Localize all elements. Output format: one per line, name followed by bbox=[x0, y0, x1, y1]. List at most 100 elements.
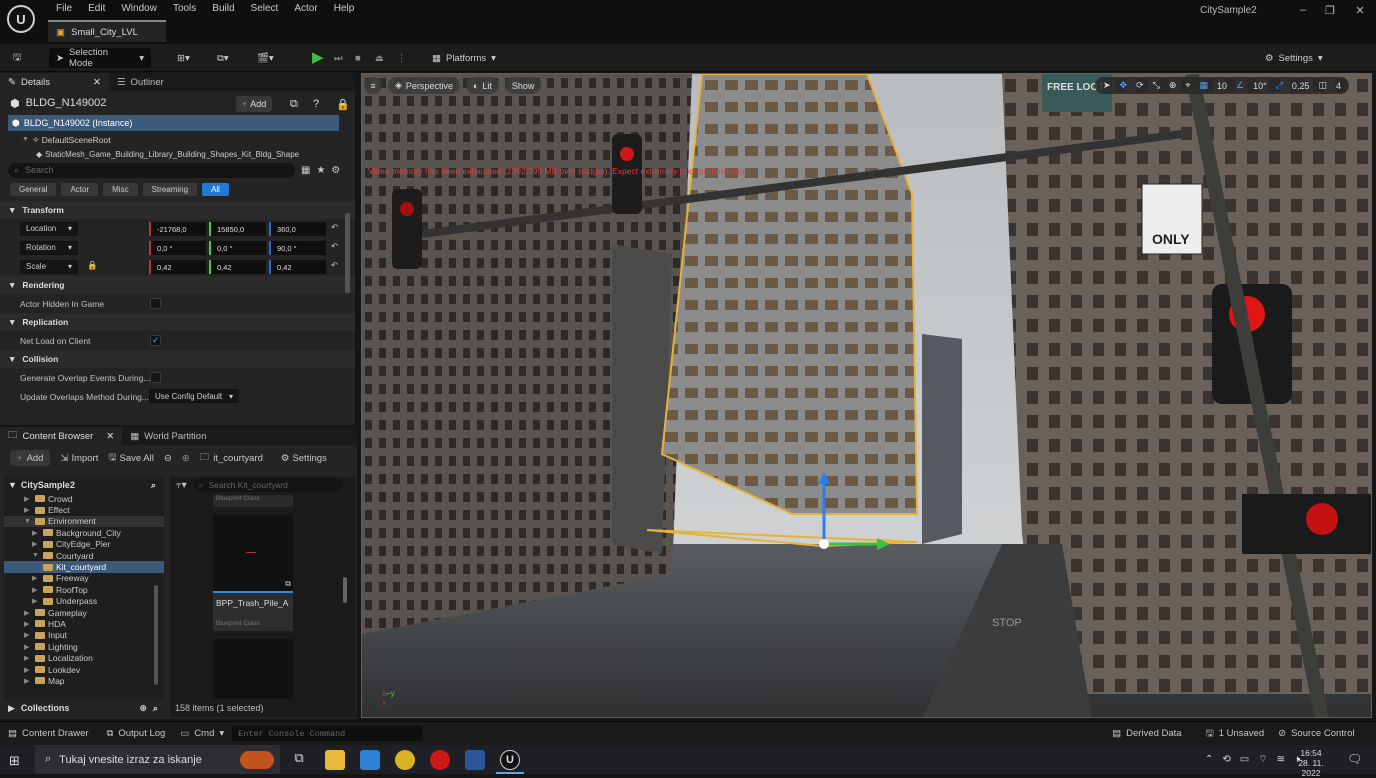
filter-streaming[interactable]: Streaming bbox=[142, 182, 198, 196]
menu-build[interactable]: Build bbox=[204, 2, 242, 16]
scale-tool-icon[interactable]: ⤡ bbox=[1153, 80, 1160, 91]
rotation-y-field[interactable]: 0,0 ° bbox=[209, 241, 266, 255]
path-breadcrumb[interactable]: 🗀 it_courtyard bbox=[200, 450, 263, 466]
network-icon[interactable]: ⌔ bbox=[1258, 753, 1267, 766]
folder-lighting[interactable]: ▶ Lighting bbox=[4, 641, 164, 652]
move-tool-icon[interactable]: ✥ bbox=[1120, 80, 1128, 91]
tree-root[interactable]: ▼ CitySample2 ⌕ bbox=[4, 477, 164, 493]
unsaved-button[interactable]: 🖫 1 Unsaved bbox=[1206, 726, 1265, 742]
back-icon[interactable]: ⊖ bbox=[164, 453, 172, 464]
cb-settings-button[interactable]: ⚙ Settings bbox=[281, 453, 327, 464]
grid-value[interactable]: 10 bbox=[1217, 81, 1227, 91]
close-icon[interactable]: ✕ bbox=[106, 431, 114, 442]
output-log-button[interactable]: ⧉ Output Log bbox=[107, 728, 166, 739]
reset-arrow-icon[interactable]: ↶ bbox=[331, 222, 338, 233]
reset-arrow-icon[interactable]: ↶ bbox=[331, 241, 338, 252]
filter-misc[interactable]: Misc bbox=[103, 182, 138, 196]
scale-snap-value[interactable]: 0,25 bbox=[1292, 81, 1310, 91]
minimize-icon[interactable]: – bbox=[1296, 4, 1310, 18]
folder-input[interactable]: ▶ Input bbox=[4, 630, 164, 641]
tab-content-browser[interactable]: 🗀 Content Browser ✕ bbox=[0, 427, 123, 445]
tree-item-root[interactable]: ▼ ⟡ DefaultSceneRoot bbox=[0, 131, 355, 148]
filter-general[interactable]: General bbox=[10, 182, 57, 196]
close-icon[interactable]: ✕ bbox=[93, 77, 101, 88]
lit-button[interactable]: ◐ Lit bbox=[465, 77, 499, 94]
stop-icon[interactable]: ■ bbox=[348, 48, 368, 68]
platforms-dropdown[interactable]: ▦ Platforms ▾ bbox=[425, 48, 503, 68]
section-replication[interactable]: ▼ Replication bbox=[0, 313, 355, 331]
camera-speed-icon[interactable]: ◫ bbox=[1318, 80, 1327, 91]
wifi-icon[interactable]: ≋ bbox=[1277, 754, 1285, 765]
location-y-field[interactable]: 15850,0 bbox=[209, 222, 266, 236]
folder-environment[interactable]: ▼ Environment bbox=[4, 515, 164, 528]
filter-icon[interactable]: ⫧▾ bbox=[176, 480, 187, 491]
rotation-z-field[interactable]: 90,0 ° bbox=[269, 241, 326, 255]
perspective-button[interactable]: ◈ Perspective bbox=[388, 77, 460, 94]
folder-crowd[interactable]: ▶ Crowd bbox=[4, 493, 164, 504]
content-drawer-button[interactable]: ▤ Content Drawer bbox=[0, 728, 89, 739]
search-icon[interactable]: ⌕ bbox=[153, 703, 158, 714]
help-icon[interactable]: ? bbox=[313, 98, 319, 110]
file-explorer-icon[interactable] bbox=[325, 750, 345, 770]
collections-header[interactable]: ▶ Collections ⊕ ⌕ bbox=[8, 699, 158, 717]
sync-icon[interactable]: ⟲ bbox=[1222, 754, 1230, 765]
maximize-icon[interactable]: ❐ bbox=[1323, 4, 1337, 18]
source-control-button[interactable]: ⊘ Source Control bbox=[1278, 728, 1354, 739]
reset-arrow-icon[interactable]: ↶ bbox=[331, 260, 338, 271]
add-component-button[interactable]: + Add bbox=[236, 96, 273, 112]
opera-icon[interactable] bbox=[430, 750, 450, 770]
location-z-field[interactable]: 360,0 bbox=[269, 222, 326, 236]
folder-rooftop[interactable]: ▶ RoofTop bbox=[4, 584, 164, 595]
level-viewport[interactable]: ONLY STOP FREE LOOT ≡ ◈ Perspective ◐ Lit … bbox=[361, 73, 1372, 718]
scale-z-field[interactable]: 0,42 bbox=[269, 260, 326, 274]
eject-icon[interactable]: ⏏ bbox=[368, 48, 391, 68]
details-search-input[interactable]: ⌕ Search bbox=[8, 162, 295, 178]
folder-localization[interactable]: ▶ Localization bbox=[4, 652, 164, 663]
asset-tile-trash-pile[interactable]: ⧉ BPP_Trash_Pile_A Blueprint Class bbox=[213, 515, 293, 631]
camera-speed-value[interactable]: 4 bbox=[1336, 81, 1341, 91]
world-space-icon[interactable]: ⊕ bbox=[1169, 80, 1177, 91]
task-view-icon[interactable]: ⧉ bbox=[289, 750, 309, 770]
section-rendering[interactable]: ▼ Rendering bbox=[0, 276, 355, 294]
rotation-dropdown[interactable]: Rotation ▾ bbox=[20, 240, 78, 255]
section-collision[interactable]: ▼ Collision bbox=[0, 350, 355, 368]
blueprint-icon[interactable]: ⧉ bbox=[290, 98, 298, 111]
folder-courtyard[interactable]: ▼ Courtyard bbox=[4, 550, 164, 561]
cmd-dropdown[interactable]: ▭ Cmd ▾ bbox=[180, 728, 224, 739]
lock-icon[interactable]: 🔒 bbox=[87, 260, 98, 271]
viewport-menu-icon[interactable]: ≡ bbox=[364, 77, 382, 94]
surface-snap-icon[interactable]: ⌖ bbox=[1185, 80, 1190, 91]
angle-snap-icon[interactable]: ∠ bbox=[1236, 80, 1244, 91]
rotate-tool-icon[interactable]: ⟳ bbox=[1136, 80, 1144, 91]
search-icon[interactable]: ⌕ bbox=[151, 480, 156, 491]
folder-effect[interactable]: ▶ Effect bbox=[4, 504, 164, 515]
forward-icon[interactable]: ⊕ bbox=[182, 453, 190, 464]
angle-value[interactable]: 10° bbox=[1253, 81, 1267, 91]
folder-map[interactable]: ▶ Map bbox=[4, 675, 164, 686]
menu-help[interactable]: Help bbox=[326, 2, 363, 16]
lock-icon[interactable]: 🔒 bbox=[336, 98, 350, 111]
folder-kit-courtyard[interactable]: Kit_courtyard bbox=[4, 561, 164, 573]
word-icon[interactable] bbox=[465, 750, 485, 770]
rotation-x-field[interactable]: 0,0 ° bbox=[149, 241, 206, 255]
gen-overlap-checkbox[interactable] bbox=[150, 372, 161, 383]
unreal-logo-icon[interactable]: U bbox=[7, 5, 35, 33]
save-icon[interactable]: 🖫 bbox=[6, 48, 28, 68]
scale-y-field[interactable]: 0,42 bbox=[209, 260, 266, 274]
folder-background-city[interactable]: ▶ Background_City bbox=[4, 527, 164, 538]
tree-scrollbar[interactable] bbox=[154, 585, 158, 685]
tab-world-partition[interactable]: ▦ World Partition bbox=[122, 427, 214, 445]
filter-actor[interactable]: Actor bbox=[61, 182, 99, 196]
folder-underpass[interactable]: ▶ Underpass bbox=[4, 596, 164, 607]
chevron-up-icon[interactable]: ⌃ bbox=[1205, 754, 1213, 765]
chrome-icon[interactable] bbox=[395, 750, 415, 770]
section-transform[interactable]: ▼ Transform bbox=[0, 201, 355, 219]
cb-add-button[interactable]: + Add bbox=[10, 450, 51, 466]
save-all-button[interactable]: 🖫 Save All bbox=[108, 450, 153, 466]
select-tool-icon[interactable]: ➤ bbox=[1103, 80, 1111, 91]
asset-scrollbar[interactable] bbox=[343, 577, 347, 603]
import-button[interactable]: ⇲ Import bbox=[60, 453, 98, 464]
tree-item-instance[interactable]: ⬢ BLDG_N149002 (Instance) bbox=[8, 115, 339, 131]
cinematics-icon[interactable]: 🎬▾ bbox=[250, 48, 281, 68]
folder-lookdev[interactable]: ▶ Lookdev bbox=[4, 664, 164, 675]
